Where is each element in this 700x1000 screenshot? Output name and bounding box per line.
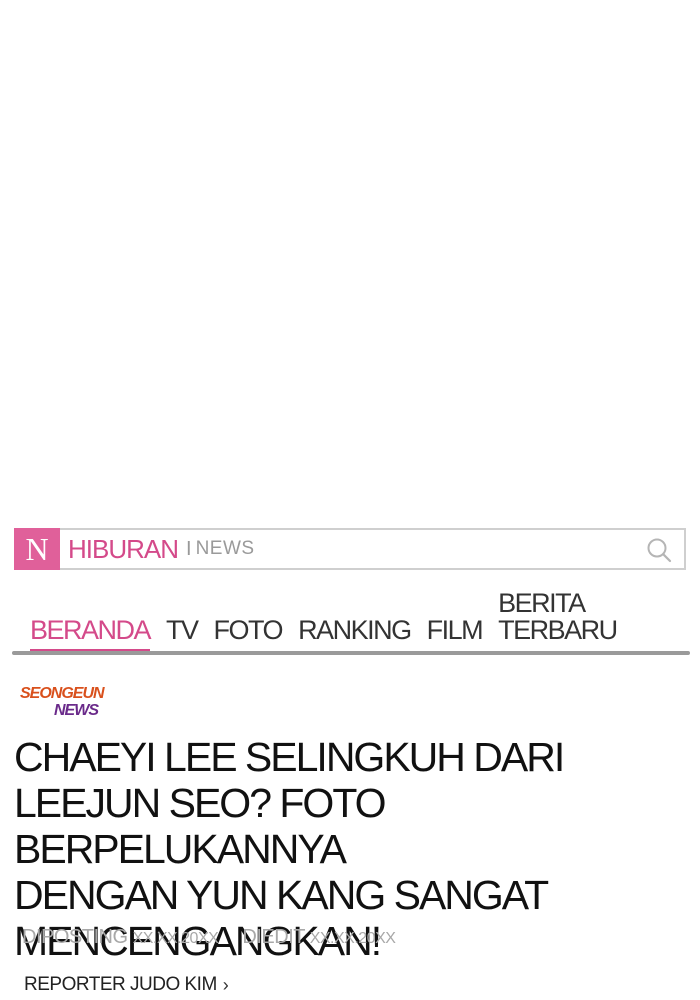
source-logo: SEONGEUN NEWS: [20, 686, 120, 722]
posted-label: DIPOSTING: [22, 926, 128, 948]
site-logo[interactable]: N: [14, 528, 60, 570]
search-icon[interactable]: [646, 537, 672, 563]
nav-item-foto[interactable]: FOTO: [214, 617, 284, 648]
brand-separator: I: [186, 537, 192, 560]
posted-date: XX.XX.20XX: [132, 930, 219, 947]
brand-name: HIBURAN: [68, 533, 179, 564]
blank-area: [0, 0, 700, 520]
headline-line: CHAEYI LEE SELINGKUH DARI: [14, 734, 565, 780]
edited-date: XX.XX.20XX: [309, 930, 396, 947]
nav-item-beranda[interactable]: BERANDA: [30, 617, 152, 654]
main-nav: BERANDA TV FOTO RANKING FILM BERITA TERB…: [12, 590, 690, 656]
brand-subtitle: NEWS: [195, 538, 255, 559]
article-meta: DIPOSTING XX.XX.20XX DIEDIT XX.XX.20XX: [22, 926, 396, 949]
nav-item-tv[interactable]: TV: [166, 617, 199, 648]
source-logo-line2: NEWS: [54, 702, 99, 719]
nav-item-film[interactable]: FILM: [427, 617, 484, 648]
edited-label: DIEDIT: [242, 926, 305, 948]
search-bar[interactable]: N HIBURAN I NEWS: [14, 528, 686, 570]
reporter-link[interactable]: REPORTER JUDO KIM ›: [24, 974, 229, 996]
chevron-right-icon: ›: [222, 974, 229, 995]
reporter-name: REPORTER JUDO KIM: [24, 974, 217, 995]
source-logo-line1: SEONGEUN: [20, 685, 105, 702]
logo-letter: N: [25, 531, 49, 567]
headline-line: LEEJUN SEO? FOTO BERPELUKANNYA: [14, 780, 387, 872]
headline-line: DENGAN YUN KANG SANGAT: [14, 872, 549, 918]
nav-item-ranking[interactable]: RANKING: [298, 617, 412, 648]
nav-item-berita-terbaru[interactable]: BERITA TERBARU: [498, 590, 674, 648]
nav-divider: [12, 651, 690, 655]
